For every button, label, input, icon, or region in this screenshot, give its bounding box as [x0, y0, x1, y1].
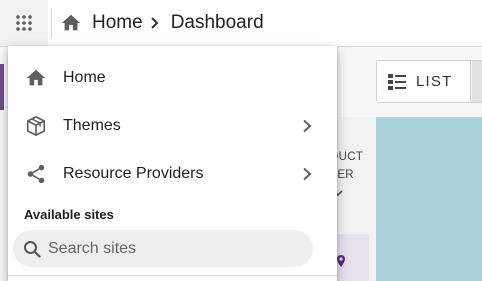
- search-sites-input[interactable]: [48, 230, 303, 267]
- menu-item-label: Themes: [63, 117, 121, 134]
- home-icon[interactable]: [60, 12, 82, 34]
- site-search-box: [13, 230, 313, 267]
- share-icon: [24, 162, 48, 186]
- menu-item-themes[interactable]: Themes: [8, 102, 337, 150]
- home-icon: [24, 66, 48, 90]
- menu-item-label: Home: [63, 69, 106, 86]
- breadcrumb: Home Dashboard: [60, 0, 264, 46]
- top-bar: Home Dashboard: [0, 0, 482, 47]
- menu-item-label: Resource Providers: [63, 165, 204, 182]
- chevron-right-icon: [149, 16, 163, 30]
- available-sites-heading: Available sites: [24, 207, 114, 222]
- topbar-divider: [51, 8, 52, 38]
- theme-box-icon: [24, 114, 48, 138]
- list-view-button[interactable]: LIST: [377, 61, 471, 102]
- menu-item-home[interactable]: Home: [8, 54, 337, 102]
- search-icon: [23, 240, 41, 258]
- left-accent-bar: [0, 64, 4, 110]
- list-view-label: LIST: [416, 73, 453, 90]
- menu-divider: [8, 275, 337, 276]
- map-panel: [376, 117, 482, 281]
- breadcrumb-home-link[interactable]: Home: [92, 12, 143, 34]
- apps-menu-button[interactable]: [0, 0, 48, 46]
- menu-item-resource-providers[interactable]: Resource Providers: [8, 150, 337, 198]
- list-view-icon: [387, 72, 407, 92]
- apps-grid-icon: [15, 14, 33, 32]
- grid-view-button[interactable]: [472, 61, 482, 102]
- chevron-right-icon: [301, 118, 317, 134]
- app-page: LIST DUCT TER Home Dashboard Home Themes…: [0, 0, 482, 281]
- view-toggle: LIST: [376, 60, 482, 103]
- chevron-right-icon: [301, 166, 317, 182]
- apps-dropdown-menu: Home Themes Resource Providers Available…: [8, 46, 337, 281]
- breadcrumb-current: Dashboard: [170, 12, 264, 33]
